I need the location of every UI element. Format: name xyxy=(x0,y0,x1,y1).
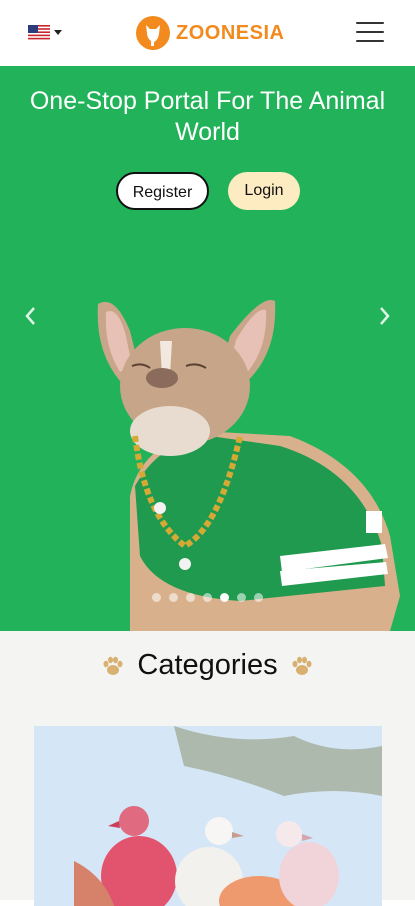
carousel-indicators xyxy=(152,593,271,602)
hero-carousel: One-Stop Portal For The Animal World Reg… xyxy=(0,66,415,631)
hamburger-menu-icon[interactable] xyxy=(356,22,384,44)
site-header: ZOONESIA xyxy=(0,0,415,66)
language-selector[interactable] xyxy=(28,25,62,40)
category-card-birds[interactable] xyxy=(34,726,382,906)
chevron-left-icon[interactable] xyxy=(21,304,41,328)
dog-photo xyxy=(97,300,400,631)
carousel-dot[interactable] xyxy=(152,593,161,602)
carousel-dot[interactable] xyxy=(254,593,263,602)
paw-icon xyxy=(292,656,312,675)
pigeons-photo xyxy=(34,726,382,906)
logo-text: ZOONESIA xyxy=(176,21,285,44)
site-logo[interactable]: ZOONESIA xyxy=(136,16,284,50)
categories-heading: Categories xyxy=(0,649,415,682)
login-button[interactable]: Login xyxy=(228,172,300,210)
categories-title: Categories xyxy=(137,649,278,681)
carousel-dot[interactable] xyxy=(186,593,195,602)
carousel-dot[interactable] xyxy=(203,593,212,602)
logo-icon xyxy=(136,16,170,50)
register-button[interactable]: Register xyxy=(116,172,209,210)
hero-title: One-Stop Portal For The Animal World xyxy=(29,87,386,146)
carousel-dot[interactable] xyxy=(237,593,246,602)
carousel-dot[interactable] xyxy=(169,593,178,602)
categories-section: Categories xyxy=(0,631,415,906)
carousel-dot-active[interactable] xyxy=(220,593,229,602)
chevron-down-icon xyxy=(54,30,62,35)
paw-icon xyxy=(103,656,123,675)
us-flag-icon xyxy=(28,25,50,40)
